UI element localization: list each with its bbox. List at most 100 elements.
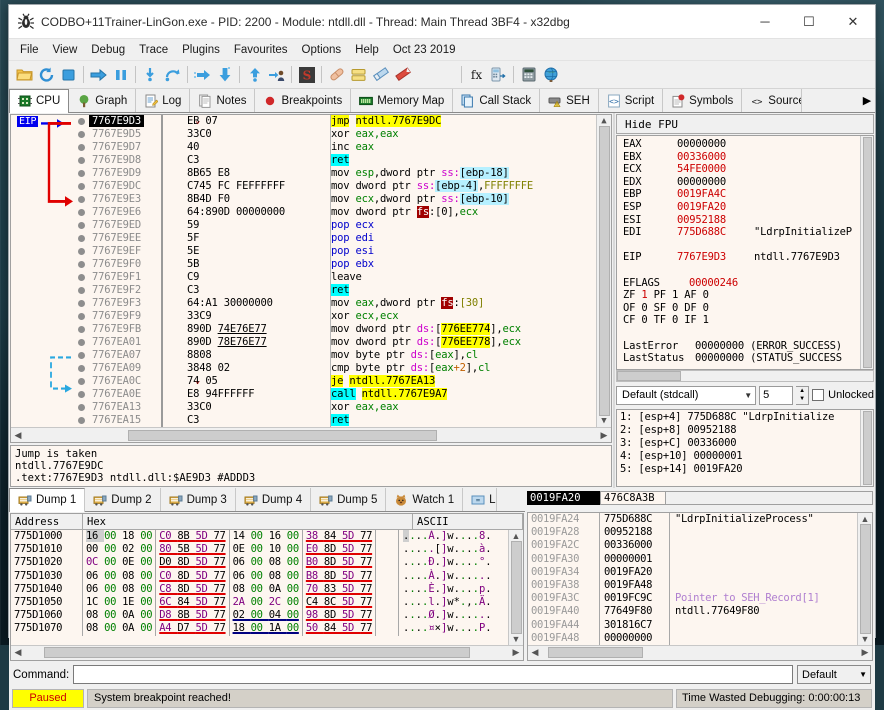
register-edi[interactable]: EDI775D688C"LdrpInitializeP [623,226,860,239]
command-mode-select[interactable]: Default ▼ [797,665,871,684]
scroll-track[interactable] [542,647,858,658]
globe-icon[interactable] [540,64,561,86]
breakpoint-dot-icon[interactable] [78,300,85,307]
close-button[interactable]: ✕ [831,5,875,38]
function-icon[interactable] [414,64,435,86]
step-over-icon[interactable] [162,64,183,86]
disasm-bytes[interactable]: 890D 78E76E77 [187,336,330,349]
register-ebx[interactable]: EBX00336000 [623,151,860,164]
scroll-down-arrow[interactable]: ▼ [512,634,521,644]
run-to-user-code-icon[interactable] [266,64,287,86]
scroll-thumb[interactable] [863,137,872,368]
disasm-instruction[interactable]: pop ecx [331,219,596,232]
disasm-address[interactable]: 7767E9EF [89,245,161,258]
font-icon[interactable]: fx [466,64,487,86]
scroll-thumb[interactable] [44,647,470,658]
register-esp[interactable]: ESP0019FA20 [623,201,860,214]
dump-row[interactable]: 775D101000 00 02 0080 5B 5D 770E 00 10 0… [11,543,508,556]
menu-debug[interactable]: Debug [84,41,132,59]
patch-icon[interactable] [326,64,347,86]
register-eax[interactable]: EAX00000000 [623,138,860,151]
disasm-bytes[interactable]: C9 [187,271,330,284]
tab-script[interactable]: <> Script [599,89,663,112]
calling-convention-select[interactable]: Default (stdcall) ▼ [616,386,756,405]
disasm-instruction[interactable]: xor eax,eax [331,128,596,141]
scroll-thumb[interactable] [599,126,610,416]
scroll-up-arrow[interactable]: ▲ [861,514,870,524]
flags-row[interactable]: ZF 1 PF 1 AF 0 [623,289,860,302]
calculator-goto-icon[interactable] [488,64,509,86]
registers-vertical-scrollbar[interactable] [860,136,873,369]
dump-tab-watch-1[interactable]: Watch 1 [386,488,463,511]
dump-row[interactable]: 775D104006 00 08 00C8 8D 5D 7708 00 0A 0… [11,583,508,596]
scroll-up-arrow[interactable]: ▲ [512,531,521,541]
disasm-address[interactable]: 7767E9D5 [89,128,161,141]
stack-horizontal-scrollbar[interactable]: ◀ ▶ [528,645,872,660]
disasm-address[interactable]: 7767EA01 [89,336,161,349]
unlocked-checkbox[interactable] [812,389,824,401]
disasm-bytes[interactable]: 8B4D F0 [187,193,330,206]
dump-header-hex[interactable]: Hex [83,514,413,529]
breakpoint-dot-icon[interactable] [78,118,85,125]
disasm-instruction[interactable]: inc eax [331,141,596,154]
tab-seh[interactable]: ! SEH [540,89,599,112]
stack-row[interactable]: 0019FA4800000000 [528,632,857,645]
menu-trace[interactable]: Trace [132,41,175,59]
scylla-icon[interactable]: S [296,64,317,86]
scroll-thumb[interactable] [511,541,522,634]
disasm-instruction[interactable]: call ntdll.7767E9A7 [331,388,596,401]
disasm-address[interactable]: 7767E9E6 [89,206,161,219]
restart-icon[interactable] [36,64,57,86]
breakpoint-dot-icon[interactable] [78,417,85,424]
register-ebp[interactable]: EBP0019FA4C [623,188,860,201]
stack-row[interactable]: 0019FA44301816C7 [528,619,857,632]
argument-row[interactable]: 4: [esp+10] 00000001 [620,450,860,463]
breakpoint-dot-icon[interactable] [78,196,85,203]
dump-row[interactable]: 775D106008 00 0A 00D8 8B 5D 7702 00 04 0… [11,609,508,622]
arguments-pane[interactable]: 1: [esp+4] 775D688C "LdrpInitialize2: [e… [616,409,874,487]
disasm-bytes[interactable]: C3 [187,154,330,167]
command-input[interactable] [73,665,793,684]
disasm-bytes[interactable]: 5E [187,245,330,258]
stack-vertical-scrollbar[interactable]: ▲ ▼ [857,513,872,645]
disasm-bytes[interactable]: C3 [187,284,330,297]
dump-row[interactable]: 775D103006 00 08 00C0 8D 5D 7706 00 08 0… [11,570,508,583]
tab-call-stack[interactable]: Call Stack [453,89,540,112]
registers-view[interactable]: EAX00000000EBX00336000ECX54FE0000EDX0000… [616,135,874,370]
execute-till-return-icon[interactable] [244,64,265,86]
comment-icon[interactable] [370,64,391,86]
stack-row[interactable]: 0019FA380019FA48 [528,579,857,592]
breakpoint-dot-icon[interactable] [78,222,85,229]
menu-plugins[interactable]: Plugins [175,41,227,59]
menu-options[interactable]: Options [295,41,349,59]
register-eip[interactable]: EIP7767E9D3ntdll.7767E9D3 [623,251,860,264]
scroll-thumb[interactable] [617,371,681,381]
disasm-address[interactable]: 7767EA07 [89,349,161,362]
scroll-right-arrow[interactable]: ▶ [858,647,872,658]
calculator-icon[interactable] [518,64,539,86]
menu-view[interactable]: View [46,41,85,59]
disasm-bytes[interactable]: 5B [187,258,330,271]
scroll-left-arrow[interactable]: ◀ [11,647,25,658]
flags-row[interactable]: CF 0 TF 0 IF 1 [623,314,860,327]
dump-row[interactable]: 775D10501C 00 1E 006C 84 5D 772A 00 2C 0… [11,596,508,609]
disasm-instruction[interactable]: mov dword ptr fs:[0],ecx [331,206,596,219]
menu-help[interactable]: Help [348,41,386,59]
trace-over-icon[interactable] [214,64,235,86]
argument-row[interactable]: 2: [esp+8] 00952188 [620,424,860,437]
run-icon[interactable] [88,64,109,86]
disasm-instruction[interactable]: mov eax,dword ptr fs:[30] [331,297,596,310]
dump-horizontal-scrollbar[interactable]: ◀ ▶ [11,645,523,660]
disasm-bytes[interactable]: 33C9 [187,310,330,323]
disasm-address[interactable]: 7767EA15 [89,414,161,427]
breakpoint-dot-icon[interactable] [78,157,85,164]
register-laststatus[interactable]: LastStatus00000000 (STATUS_SUCCESS [623,352,860,365]
bookmark-icon[interactable] [392,64,413,86]
tab-breakpoints[interactable]: Breakpoints [255,89,351,112]
disasm-instruction[interactable]: cmp byte ptr ds:[eax+2],cl [331,362,596,375]
stack-row[interactable]: 0019FA24775D688C"LdrpInitializeProcess" [528,513,857,526]
breakpoint-gutter[interactable] [75,115,89,427]
pause-icon[interactable] [110,64,131,86]
dump-row[interactable]: 775D107008 00 0A 00A4 D7 5D 7718 00 1A 0… [11,622,508,635]
disasm-instruction[interactable]: mov byte ptr ds:[eax],cl [331,349,596,362]
